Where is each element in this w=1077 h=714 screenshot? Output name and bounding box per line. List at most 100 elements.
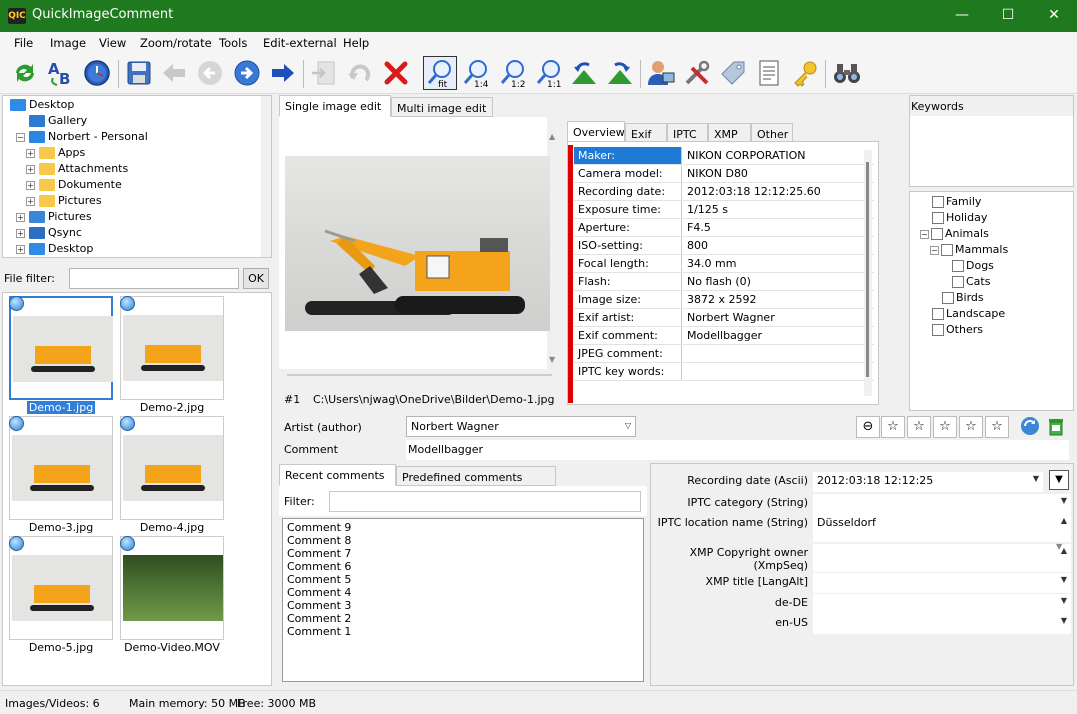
folder-tree-item[interactable]: + Qsync (16, 226, 82, 242)
next-circle-icon[interactable] (231, 57, 263, 89)
menu-tools[interactable]: Tools (219, 36, 247, 50)
folder-tree-scrollbar[interactable] (261, 96, 271, 257)
overview-key[interactable]: IPTC key words: (574, 363, 682, 381)
chevron-down-icon[interactable]: ▲ (1061, 516, 1067, 525)
zoom-1-2-icon[interactable]: 1:2 (497, 57, 529, 89)
recent-comment-item[interactable]: Comment 5 (287, 573, 639, 586)
image-preview-scrollbar[interactable]: ▲ ▼ (549, 132, 559, 364)
expand-icon[interactable]: + (16, 244, 25, 254)
expand-icon[interactable]: + (26, 196, 35, 206)
chevron-down-icon[interactable]: ▼ (1061, 575, 1067, 584)
rating-star-1[interactable]: ☆ (881, 416, 905, 438)
menu-zoom-rotate[interactable]: Zoom/rotate (140, 36, 212, 50)
reload-icon[interactable] (1019, 415, 1041, 437)
expand-icon[interactable]: + (26, 148, 35, 158)
recent-comment-item[interactable]: Comment 7 (287, 547, 639, 560)
chevron-down-icon[interactable]: ▼ (1061, 596, 1067, 605)
overview-key[interactable]: Aperture: (574, 219, 682, 237)
previous-circle-disabled-icon[interactable] (194, 57, 226, 89)
thumbnail-image-frame[interactable] (120, 296, 224, 400)
undo-disabled-icon[interactable] (344, 57, 376, 89)
menu-image[interactable]: Image (50, 36, 86, 50)
binoculars-icon[interactable] (831, 57, 863, 89)
recent-comment-item[interactable]: Comment 3 (287, 599, 639, 612)
file-filter-ok-button[interactable]: OK (243, 268, 269, 289)
expand-icon[interactable]: + (26, 164, 35, 174)
rating-star-4[interactable]: ☆ (959, 416, 983, 438)
thumbnail-item[interactable]: Demo-1.jpg (9, 296, 115, 414)
folder-tree-item[interactable]: + Attachments (26, 162, 128, 178)
keyword-item[interactable]: Dogs (952, 259, 994, 275)
zoom-1-4-icon[interactable]: 1:4 (460, 57, 492, 89)
rotate-right-icon[interactable] (604, 57, 636, 89)
overview-key[interactable]: Focal length: (574, 255, 682, 273)
keyword-item[interactable]: Family (932, 195, 981, 211)
recent-comment-item[interactable]: Comment 8 (287, 534, 639, 547)
thumbnail-image-frame[interactable] (9, 416, 113, 520)
keyword-item[interactable]: Cats (952, 275, 990, 291)
keyword-checkbox[interactable] (952, 276, 964, 288)
keyword-item[interactable]: Landscape (932, 307, 1005, 323)
rename-ab-icon[interactable]: AB (44, 57, 76, 89)
tab-recent-comments[interactable]: Recent comments (279, 464, 396, 486)
chevron-down-icon[interactable]: ▼ (1061, 616, 1067, 625)
thumbnail-item[interactable]: Demo-2.jpg (120, 296, 226, 414)
recent-comment-item[interactable]: Comment 4 (287, 586, 639, 599)
delete-icon[interactable] (380, 57, 412, 89)
overview-scrollbar[interactable] (864, 150, 872, 396)
overview-key[interactable]: Camera model: (574, 165, 682, 183)
folder-tree-item[interactable]: + Pictures (16, 210, 92, 226)
meta-field-input[interactable]: ▼ (813, 594, 1071, 614)
recent-comment-item[interactable]: Comment 1 (287, 625, 639, 638)
document-icon[interactable] (753, 57, 785, 89)
recent-comment-item[interactable]: Comment 2 (287, 612, 639, 625)
image-preview-hscrollbar[interactable] (287, 374, 552, 376)
overview-key[interactable]: Recording date: (574, 183, 682, 201)
folder-tree-item[interactable]: + Pictures (26, 194, 102, 210)
keyword-checkbox[interactable] (942, 292, 954, 304)
zoom-fit-icon[interactable]: fit (423, 56, 457, 90)
keyword-item[interactable]: − Animals (920, 227, 989, 243)
folder-tree-item[interactable]: + Desktop (16, 242, 93, 258)
import-disabled-icon[interactable] (308, 57, 340, 89)
tag-icon[interactable] (717, 57, 749, 89)
overview-key[interactable]: JPEG comment: (574, 345, 682, 363)
expand-icon[interactable]: − (16, 132, 25, 142)
expand-icon[interactable]: + (16, 228, 25, 238)
keyword-checkbox[interactable] (941, 244, 953, 256)
folder-tree-item[interactable]: Desktop (6, 98, 74, 114)
meta-field-input[interactable]: ▼ (813, 573, 1071, 593)
tab-other[interactable]: Other (751, 123, 793, 142)
keyword-checkbox[interactable] (931, 228, 943, 240)
overview-key[interactable]: Image size: (574, 291, 682, 309)
meta-field-input[interactable]: 2012:03:18 12:12:25 ▼ (813, 472, 1043, 492)
collapse-icon[interactable]: − (930, 245, 939, 255)
keyword-item[interactable]: Others (932, 323, 983, 339)
file-filter-input[interactable] (69, 268, 239, 289)
comment-input[interactable]: Modellbagger (406, 440, 1069, 460)
chevron-down-icon[interactable]: ▼ (1061, 496, 1067, 505)
collapse-icon[interactable]: − (920, 229, 929, 239)
menu-edit-external[interactable]: Edit-external (263, 36, 337, 50)
rating-clear-button[interactable]: ⊖ (856, 416, 880, 438)
overview-key[interactable]: Exposure time: (574, 201, 682, 219)
thumbnail-item[interactable]: Demo-3.jpg (9, 416, 115, 534)
tab-single-image-edit[interactable]: Single image edit (279, 95, 391, 117)
thumbnail-image-frame[interactable] (9, 296, 113, 400)
maximize-button[interactable]: ☐ (985, 0, 1031, 32)
tab-iptc[interactable]: IPTC (667, 123, 708, 142)
user-settings-icon[interactable] (645, 57, 677, 89)
minimize-button[interactable]: — (939, 0, 985, 32)
menu-view[interactable]: View (99, 36, 126, 50)
meta-field-input[interactable]: Düsseldorf ▲ (813, 514, 1071, 542)
overview-key[interactable]: Flash: (574, 273, 682, 291)
keyword-item[interactable]: Birds (942, 291, 984, 307)
meta-field-input[interactable]: ▼ (813, 614, 1071, 634)
thumbnail-item[interactable]: Demo-Video.MOV (120, 536, 226, 654)
meta-field-input[interactable]: ▲ (813, 544, 1071, 572)
keywords-textarea[interactable] (910, 117, 1073, 185)
tab-xmp[interactable]: XMP (708, 123, 751, 142)
save-icon[interactable] (123, 57, 155, 89)
tools-icon[interactable] (681, 57, 713, 89)
rating-star-3[interactable]: ☆ (933, 416, 957, 438)
